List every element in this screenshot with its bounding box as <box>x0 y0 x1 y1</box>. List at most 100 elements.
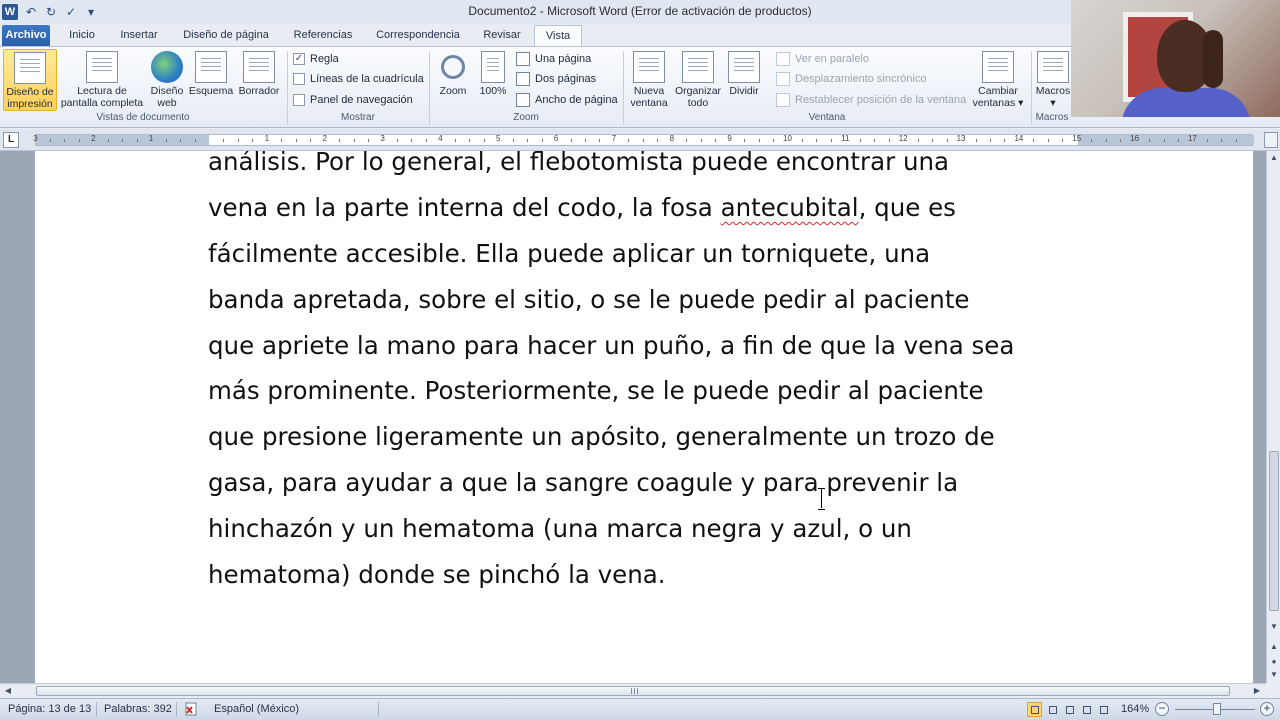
group-label-zoom: Zoom <box>513 112 539 123</box>
reset-window-position-button[interactable]: Restablecer posición de la ventana <box>776 91 966 109</box>
one-page-button[interactable]: Una página <box>516 50 591 68</box>
select-browse-object-icon[interactable]: ● <box>1268 656 1280 668</box>
text-line: hematoma) donde se pinchó la vena. <box>208 560 666 590</box>
tab-insertar[interactable]: Insertar <box>116 25 162 46</box>
draft-button[interactable]: Borrador <box>236 49 282 111</box>
ruler-number: 9 <box>727 134 732 143</box>
two-pages-button[interactable]: Dos páginas <box>516 70 596 88</box>
ruler-strip[interactable]: 3 2 1 1 2 3 4 5 6 7 8 9 10 11 12 13 14 15 16 17 <box>33 134 1254 146</box>
ruler-number: 1 <box>264 134 270 143</box>
view-ruler-icon[interactable] <box>1264 132 1278 148</box>
scroll-left-icon[interactable]: ◀ <box>2 685 14 697</box>
ruler-tick <box>64 139 66 142</box>
ruler-number: 13 <box>956 134 966 143</box>
gridlines-checkbox[interactable] <box>293 73 305 85</box>
ruler-tick <box>975 139 977 142</box>
side-by-side-icon <box>776 52 790 66</box>
next-page-icon[interactable]: ▼ <box>1268 669 1280 681</box>
tab-revisar[interactable]: Revisar <box>480 25 524 46</box>
ruler-checkbox-row[interactable]: ✓ Regla <box>293 50 339 68</box>
ruler-tick <box>1062 139 1064 142</box>
vertical-scroll-thumb[interactable] <box>1269 451 1279 611</box>
tab-archivo[interactable]: Archivo <box>2 25 50 46</box>
ruler-tick <box>642 139 644 142</box>
gridlines-checkbox-row[interactable]: Líneas de la cuadrícula <box>293 70 424 88</box>
ruler-number: 2 <box>91 134 96 143</box>
zoom-button[interactable]: Zoom <box>435 49 471 111</box>
ruler-tick <box>368 139 370 142</box>
ruler-number: 16 <box>1130 134 1140 143</box>
switch-windows-button[interactable]: Cambiar ventanas ▾ <box>970 49 1026 111</box>
ruler-tick <box>1105 139 1107 142</box>
ruler-tick <box>830 139 832 142</box>
ruler-tick <box>136 139 138 142</box>
zoom-out-icon[interactable]: − <box>1155 702 1169 716</box>
split-button[interactable]: Dividir <box>726 49 762 111</box>
web-layout-button[interactable]: Diseño web <box>148 49 186 111</box>
macros-button[interactable]: Macros ▾ <box>1035 49 1071 111</box>
print-layout-button[interactable]: Diseño de impresión <box>3 49 57 111</box>
full-screen-reading-button[interactable]: Lectura de pantalla completa <box>59 49 145 111</box>
scroll-down-icon[interactable]: ▼ <box>1268 621 1280 633</box>
proofing-errors-icon[interactable] <box>184 702 200 717</box>
outline-button[interactable]: Esquema <box>188 49 234 111</box>
side-by-side-button[interactable]: Ver en paralelo <box>776 50 869 68</box>
scroll-up-icon[interactable]: ▲ <box>1268 152 1280 164</box>
tab-referencias[interactable]: Referencias <box>290 25 356 46</box>
horizontal-scroll-thumb[interactable] <box>36 686 1230 696</box>
ruler-tick <box>252 139 254 142</box>
ruler-tick <box>223 139 225 142</box>
ruler-tick <box>1120 139 1122 142</box>
zoom-slider-thumb[interactable] <box>1212 703 1221 715</box>
ruler-number: 7 <box>611 134 617 143</box>
reset-window-position-icon <box>776 93 790 107</box>
web-layout-view-icon[interactable] <box>1062 702 1077 717</box>
scroll-grip-icon <box>631 688 639 694</box>
tab-diseno-pagina[interactable]: Diseño de página <box>178 25 274 46</box>
document-page[interactable]: análisis. Por lo general, el flebotomist… <box>35 151 1253 683</box>
ruler-tick <box>1221 139 1223 142</box>
navigation-pane-checkbox[interactable] <box>293 94 305 106</box>
page-count[interactable]: Página: 13 de 13 <box>8 703 91 715</box>
new-window-button[interactable]: Nueva ventana <box>628 49 670 111</box>
synchronous-scrolling-button[interactable]: Desplazamiento sincrónico <box>776 70 926 88</box>
zoom-100-button[interactable]: 100% <box>476 49 510 111</box>
tab-selector[interactable]: L <box>3 132 19 148</box>
ruler-checkbox[interactable]: ✓ <box>293 53 305 65</box>
word-count[interactable]: Palabras: 392 <box>104 703 172 715</box>
text-line: fácilmente accesible. Ella puede aplicar… <box>208 238 931 268</box>
group-label-vistas: Vistas de documento <box>96 112 190 123</box>
ruler-right-margin <box>1078 135 1254 145</box>
text-line: que presione ligeramente un apósito, gen… <box>208 422 995 452</box>
horizontal-ruler: L 3 2 1 1 2 3 4 5 6 7 8 9 10 11 12 13 14 15 16 17 <box>0 129 1280 151</box>
page-width-button[interactable]: Ancho de página <box>516 91 618 109</box>
text-line: que apriete la mano para hacer un puño, … <box>208 330 1015 360</box>
outline-icon <box>195 51 227 83</box>
new-window-icon <box>633 51 665 83</box>
tab-inicio[interactable]: Inicio <box>62 25 102 46</box>
zoom-level[interactable]: 164% <box>1121 703 1149 715</box>
outline-view-icon[interactable] <box>1079 702 1094 717</box>
vertical-scrollbar[interactable]: ▲ ▼ ▲ ● ▼ <box>1266 151 1280 683</box>
two-pages-icon <box>516 72 530 86</box>
language-indicator[interactable]: Español (México) <box>214 703 299 715</box>
tab-correspondencia[interactable]: Correspondencia <box>372 25 464 46</box>
horizontal-scrollbar[interactable]: ◀ ▶ <box>0 683 1266 697</box>
misspelled-word[interactable]: antecubital <box>721 193 859 222</box>
print-layout-view-icon[interactable] <box>1027 702 1042 717</box>
full-screen-reading-view-icon[interactable] <box>1045 702 1060 717</box>
ruler-tick <box>989 139 991 142</box>
arrange-all-button[interactable]: Organizar todo <box>672 49 724 111</box>
status-bar: Página: 13 de 13 Palabras: 392 Español (… <box>0 698 1280 720</box>
document-paragraph[interactable]: análisis. Por lo general, el flebotomist… <box>208 151 1088 598</box>
zoom-in-icon[interactable]: + <box>1260 702 1274 716</box>
draft-view-icon[interactable] <box>1096 702 1111 717</box>
navigation-pane-checkbox-row[interactable]: Panel de navegación <box>293 91 413 109</box>
ruler-tick <box>353 139 355 142</box>
ruler-tick <box>339 139 341 142</box>
scroll-right-icon[interactable]: ▶ <box>1251 685 1263 697</box>
previous-page-icon[interactable]: ▲ <box>1268 641 1280 653</box>
ruler-tick <box>1149 139 1151 142</box>
tab-vista[interactable]: Vista <box>534 25 582 46</box>
one-page-icon <box>516 52 530 66</box>
